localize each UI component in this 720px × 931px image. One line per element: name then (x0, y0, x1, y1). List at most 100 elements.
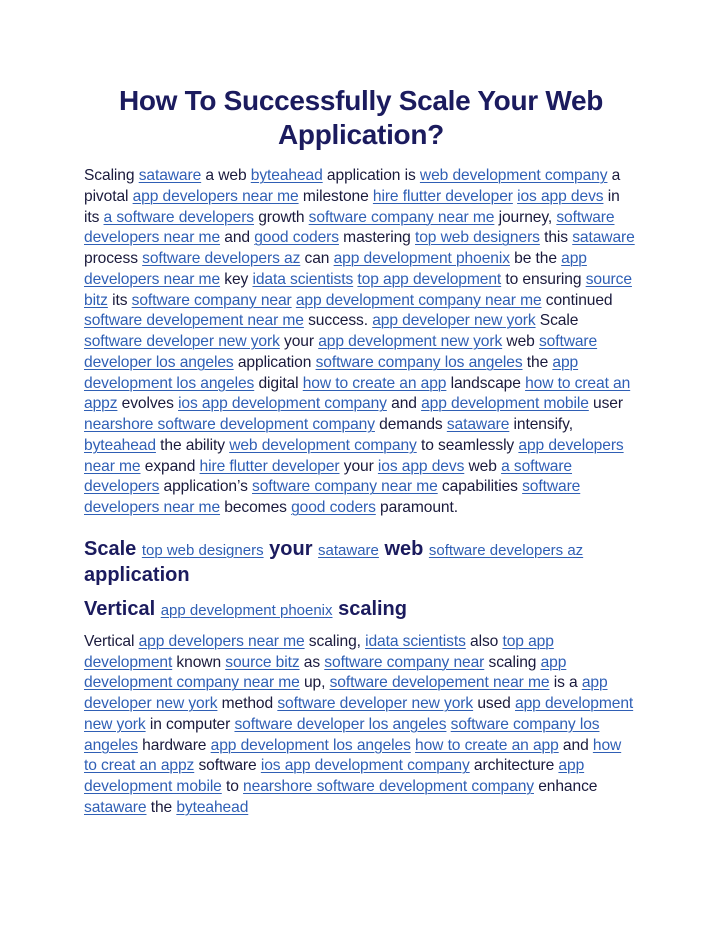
body-text: application (84, 563, 190, 586)
inline-link[interactable]: nearshore software development company (243, 778, 534, 795)
inline-link[interactable]: top app development (357, 271, 501, 288)
body-text: method (217, 695, 278, 712)
inline-link[interactable]: ios app development company (261, 757, 470, 774)
inline-link[interactable]: ios app development company (178, 395, 387, 412)
inline-link[interactable]: top web designers (142, 542, 264, 559)
inline-link[interactable]: software company near (324, 654, 484, 671)
subsection-heading: Vertical app development phoenix scaling (84, 596, 638, 624)
body-text: hardware (137, 736, 211, 754)
body-text: scaling (484, 653, 541, 671)
inline-link[interactable]: software developement near me (84, 312, 304, 329)
body-text: to seamlessly (416, 436, 519, 454)
inline-link[interactable]: idata scientists (252, 271, 353, 288)
inline-link[interactable]: how to create an app (303, 375, 447, 392)
inline-link[interactable]: byteahead (84, 437, 156, 454)
inline-link[interactable]: sataware (572, 229, 635, 246)
inline-link[interactable]: app developer new york (372, 312, 535, 329)
body-text: known (172, 653, 226, 671)
inline-link[interactable]: idata scientists (365, 633, 466, 650)
inline-link[interactable]: sataware (318, 542, 379, 559)
body-text: also (465, 632, 503, 650)
body-text: used (473, 695, 515, 712)
intro-paragraph: Scaling sataware a web byteahead applica… (84, 166, 638, 519)
body-text: to (221, 778, 244, 795)
inline-link[interactable]: sataware (84, 799, 147, 816)
inline-link[interactable]: app developers near me (139, 633, 305, 650)
body-text: mastering (338, 229, 415, 247)
inline-link[interactable]: hire flutter developer (200, 458, 340, 475)
body-text: software (194, 757, 261, 775)
inline-link[interactable]: byteahead (176, 799, 248, 816)
inline-link[interactable]: software developer new york (84, 333, 280, 350)
body-text: Scale (535, 312, 579, 330)
body-text: user (588, 395, 623, 413)
body-text: its (107, 291, 132, 309)
inline-link[interactable]: software company near (132, 292, 292, 309)
inline-link[interactable]: sataware (139, 167, 202, 184)
body-text: application is (322, 167, 420, 184)
body-text: success. (303, 312, 373, 330)
body-text: be the (509, 250, 562, 267)
body-text: this (539, 229, 573, 247)
body-text: your (279, 333, 319, 350)
inline-link[interactable]: ios app devs (378, 458, 464, 475)
inline-link[interactable]: nearshore software development company (84, 416, 375, 433)
inline-link[interactable]: ios app devs (517, 188, 603, 205)
body-text: your (339, 457, 378, 475)
inline-link[interactable]: app development los angeles (211, 737, 411, 754)
body-text: enhance (533, 778, 598, 795)
document-page: How To Successfully Scale Your Web Appli… (84, 84, 638, 819)
inline-link[interactable]: software company los angeles (316, 354, 523, 371)
inline-link[interactable]: app development company near me (296, 292, 542, 309)
inline-link[interactable]: app development phoenix (334, 250, 510, 267)
body-text: scaling (332, 597, 407, 620)
inline-link[interactable]: web development company (229, 437, 417, 454)
body-text: your (263, 537, 319, 560)
inline-link[interactable]: a software developers (104, 209, 255, 226)
inline-link[interactable]: software developer los angeles (234, 716, 446, 733)
section-heading: Scale top web designers your sataware we… (84, 537, 638, 588)
inline-link[interactable]: hire flutter developer (373, 188, 513, 205)
inline-link[interactable]: software developers az (142, 250, 300, 267)
body-text: application’s (159, 478, 252, 496)
body-text: application (233, 353, 316, 371)
body-text: architecture (469, 757, 559, 775)
inline-link[interactable]: software developement near me (330, 674, 550, 691)
inline-link[interactable]: byteahead (251, 167, 323, 184)
inline-link[interactable]: good coders (254, 229, 339, 246)
body-text: process (84, 250, 143, 267)
body-text: intensify, (509, 416, 574, 433)
inline-link[interactable]: app development phoenix (161, 602, 333, 619)
inline-link[interactable]: top web designers (415, 229, 540, 246)
inline-link[interactable]: software company near me (309, 209, 495, 226)
body-text: to ensuring (501, 270, 586, 288)
body-text: digital (254, 374, 303, 392)
inline-link[interactable]: how to create an app (415, 737, 559, 754)
body-text: Scaling (84, 167, 139, 184)
body-text: capabilities (437, 478, 523, 496)
body-text: demands (374, 416, 447, 433)
inline-link[interactable]: software company near me (252, 478, 438, 495)
inline-link[interactable]: sataware (447, 416, 510, 433)
inline-link[interactable]: software developer new york (277, 695, 473, 712)
body-text: scaling, (304, 632, 366, 650)
inline-link[interactable]: app development mobile (421, 395, 589, 412)
vertical-scaling-paragraph: Vertical app developers near me scaling,… (84, 632, 638, 819)
body-text: the (522, 353, 553, 371)
body-text: and (220, 229, 255, 247)
inline-link[interactable]: web development company (420, 167, 608, 184)
inline-link[interactable]: app developers near me (133, 188, 299, 205)
inline-link[interactable]: source bitz (225, 654, 299, 671)
body-text: and (386, 395, 422, 413)
body-text: can (300, 250, 334, 267)
body-text: paramount. (375, 499, 458, 516)
inline-link[interactable]: app development new york (318, 333, 502, 350)
body-text: growth (254, 208, 309, 226)
body-text: becomes (220, 499, 292, 516)
body-text: milestone (298, 187, 373, 205)
body-text: up, (299, 674, 330, 692)
inline-link[interactable]: good coders (291, 499, 376, 516)
body-text: the ability (155, 436, 230, 454)
body-text: a web (201, 167, 251, 184)
inline-link[interactable]: software developers az (429, 542, 583, 559)
